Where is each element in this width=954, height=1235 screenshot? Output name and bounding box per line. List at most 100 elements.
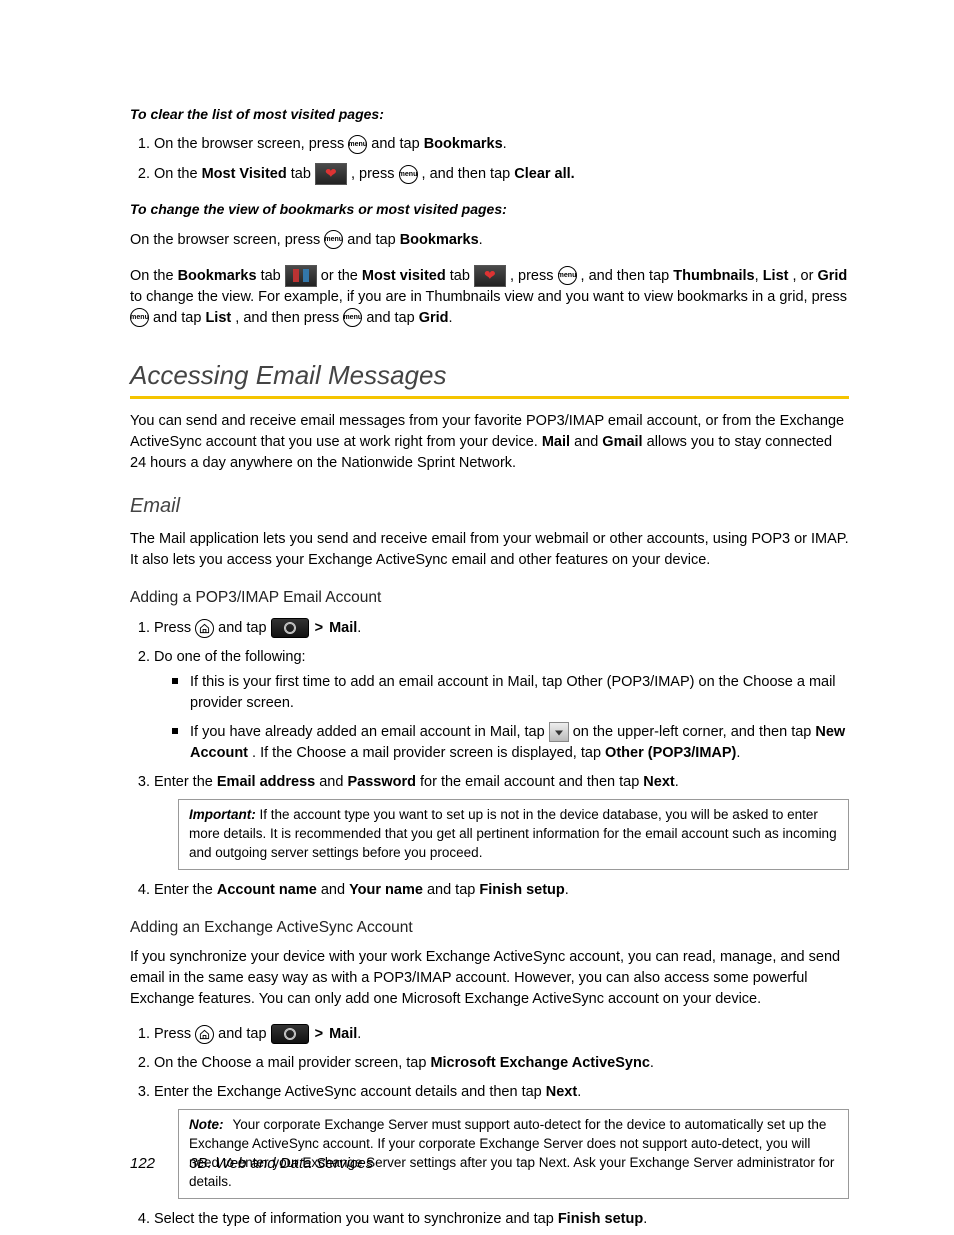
label-next: Next — [643, 774, 674, 790]
text: tab — [450, 267, 474, 283]
label-bookmarks: Bookmarks — [424, 136, 503, 152]
paragraph: The Mail application lets you send and r… — [130, 529, 849, 571]
text: and tap — [153, 310, 205, 326]
text: On the Choose a mail provider screen, ta… — [154, 1055, 430, 1071]
text: Press — [154, 620, 195, 636]
apps-button-icon — [271, 1024, 309, 1044]
bookmarks-tab-icon — [285, 265, 317, 287]
important-text: If the account type you want to set up i… — [189, 807, 837, 860]
text: and — [321, 882, 349, 898]
heading-clear-list: To clear the list of most visited pages: — [130, 104, 849, 124]
text: and tap — [366, 310, 418, 326]
text: Enter the — [154, 882, 217, 898]
menu-icon: menu — [343, 308, 362, 327]
label-finish-setup: Finish setup — [558, 1211, 643, 1227]
label-mail: Mail — [329, 1026, 357, 1042]
section-rule — [130, 396, 849, 399]
menu-icon: menu — [324, 230, 343, 249]
label-next: Next — [546, 1084, 577, 1100]
label-bookmarks: Bookmarks — [178, 267, 257, 283]
text: On the — [130, 267, 178, 283]
step: Press and tap > Mail. — [154, 1024, 849, 1045]
step: Enter the Account name and Your name and… — [154, 880, 849, 901]
text: , and then press — [235, 310, 343, 326]
dropdown-icon — [549, 722, 569, 742]
text: and — [574, 434, 602, 450]
steps-pop3: Press and tap > Mail. Do one of the foll… — [130, 618, 849, 901]
text: tab — [291, 166, 315, 182]
step: Enter the Email address and Password for… — [154, 772, 849, 870]
label-thumbnails: Thumbnails — [673, 267, 754, 283]
bullet: If this is your first time to add an ema… — [190, 672, 849, 714]
apps-button-icon — [271, 618, 309, 638]
text: Enter the — [154, 774, 217, 790]
heading-change-view: To change the view of bookmarks or most … — [130, 199, 849, 219]
label-email-address: Email address — [217, 774, 315, 790]
text: Enter the Exchange ActiveSync account de… — [154, 1084, 546, 1100]
label-list: List — [205, 310, 231, 326]
steps-clear: On the browser screen, press menu and ta… — [130, 134, 849, 185]
steps-exchange: Press and tap > Mail. On the Choose a ma… — [130, 1024, 849, 1230]
text: Press — [154, 1026, 195, 1042]
label-clear-all: Clear all. — [514, 166, 574, 182]
text: . If the Choose a mail provider screen i… — [252, 745, 605, 761]
label-most-visited: Most Visited — [202, 166, 287, 182]
paragraph: If you synchronize your device with your… — [130, 947, 849, 1010]
text: If you have already added an email accou… — [190, 724, 549, 740]
text: to change the view. For example, if you … — [130, 289, 847, 305]
label-bookmarks: Bookmarks — [400, 232, 479, 248]
step: Press and tap > Mail. — [154, 618, 849, 639]
label-list: List — [763, 267, 789, 283]
text: Select the type of information you want … — [154, 1211, 558, 1227]
label-gmail: Gmail — [602, 434, 642, 450]
section-title: 3B. Web and Data Services — [189, 1155, 373, 1172]
chevron-right-icon: > — [315, 620, 323, 636]
step: Do one of the following: If this is your… — [154, 647, 849, 764]
important-box: Important: If the account type you want … — [178, 799, 849, 870]
heading-pop3: Adding a POP3/IMAP Email Account — [130, 587, 849, 609]
text: or the — [321, 267, 362, 283]
label-mail: Mail — [329, 620, 357, 636]
text: for the email account and then tap — [420, 774, 643, 790]
text: and — [319, 774, 347, 790]
label-other-pop3: Other (POP3/IMAP) — [605, 745, 736, 761]
heading-exchange: Adding an Exchange ActiveSync Account — [130, 917, 849, 939]
menu-icon: menu — [399, 165, 418, 184]
text: On the browser screen, press — [130, 232, 324, 248]
paragraph: On the Bookmarks tab or the Most visited… — [130, 265, 849, 329]
text: tab — [261, 267, 285, 283]
text: , and then tap — [422, 166, 515, 182]
label-ms-exchange: Microsoft Exchange ActiveSync — [430, 1055, 649, 1071]
home-icon — [195, 619, 214, 638]
menu-icon: menu — [348, 135, 367, 154]
heading-accessing-email: Accessing Email Messages — [130, 357, 849, 395]
heart-tab-icon — [474, 265, 506, 287]
label-most-visited: Most visited — [362, 267, 446, 283]
text: and tap — [218, 620, 270, 636]
text: , press — [351, 166, 399, 182]
text: and tap — [371, 136, 423, 152]
label-mail: Mail — [542, 434, 570, 450]
page-number: 122 — [130, 1155, 155, 1172]
chevron-right-icon: > — [315, 1026, 323, 1042]
step: Enter the Exchange ActiveSync account de… — [154, 1082, 849, 1199]
label-password: Password — [347, 774, 416, 790]
text: , and then tap — [581, 267, 674, 283]
label-your-name: Your name — [349, 882, 423, 898]
step: Select the type of information you want … — [154, 1209, 849, 1230]
label-account-name: Account name — [217, 882, 317, 898]
important-label: Important: — [189, 806, 256, 825]
bullet: If you have already added an email accou… — [190, 722, 849, 764]
menu-icon: menu — [130, 308, 149, 327]
text: and tap — [218, 1026, 270, 1042]
note-label: Note: — [189, 1116, 229, 1135]
step: On the browser screen, press menu and ta… — [154, 134, 849, 155]
label-grid: Grid — [817, 267, 847, 283]
text: On the browser screen, press — [154, 136, 348, 152]
text: , press — [510, 267, 558, 283]
text: and tap — [347, 232, 399, 248]
sub-bullets: If this is your first time to add an ema… — [154, 672, 849, 764]
text: On the — [154, 166, 202, 182]
step: On the Most Visited tab , press menu , a… — [154, 163, 849, 185]
menu-icon: menu — [558, 266, 577, 285]
